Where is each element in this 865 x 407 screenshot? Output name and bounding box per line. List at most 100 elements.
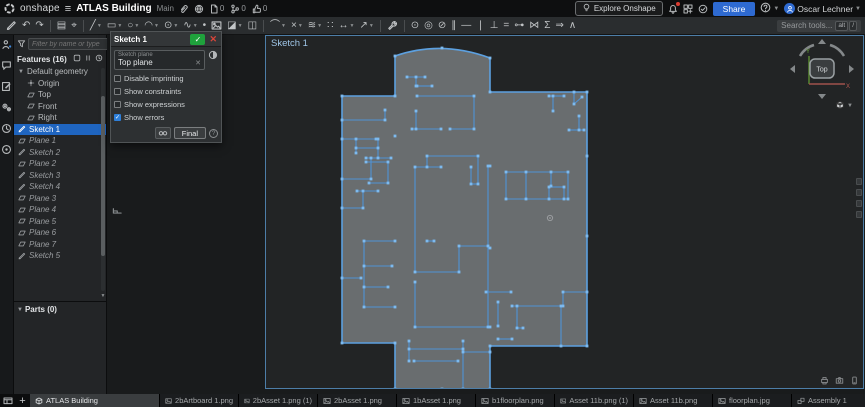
pierce-tool[interactable]: ⇒	[553, 19, 565, 33]
rollback-bar-icon[interactable]	[84, 54, 92, 64]
versions-page-counter[interactable]: 0	[209, 4, 224, 14]
confirm-check-button[interactable]: ✓	[190, 33, 206, 45]
tab-1basset-1-png[interactable]: 1bAsset 1.png	[397, 394, 476, 407]
tree-item-plane-6[interactable]: Plane 6	[14, 227, 106, 239]
chevron-down-icon[interactable]: ▼	[18, 69, 24, 75]
checkbox-disable-imprinting[interactable]: Disable imprinting	[114, 74, 218, 83]
help-menu[interactable]: ▼	[760, 2, 779, 15]
tab-asset-11b-png[interactable]: Asset 11b.png	[634, 394, 713, 407]
tree-item-plane-7[interactable]: Plane 7	[14, 239, 106, 251]
graphics-area[interactable]: Sketch 1 Y X Top ▼ Sketch 1 ✓ ✕ Sketch p…	[107, 31, 865, 394]
checkbox-show-expressions[interactable]: Show expressions	[114, 100, 218, 109]
sketch-viewport[interactable]: Sketch 1 Y X Top ▼	[265, 35, 864, 389]
normal-tool[interactable]: ∧	[567, 19, 578, 33]
view-mode-menu[interactable]: ▼	[835, 100, 853, 112]
tree-item-sketch-1[interactable]: Sketch 1	[14, 123, 106, 135]
sketch-plane-field[interactable]: Sketch plane Top plane ✕	[114, 50, 205, 70]
view-cube[interactable]: Y X Top	[787, 38, 857, 100]
measure-tool[interactable]	[385, 19, 400, 32]
thumbs-up-counter[interactable]: 0	[252, 4, 267, 14]
fillet-tool[interactable]: ⌒ ▼	[268, 19, 288, 33]
history-icon[interactable]	[95, 54, 103, 64]
tree-item-origin[interactable]: Origin	[14, 78, 106, 90]
fix-tool[interactable]: Σ	[542, 19, 552, 33]
tree-item-plane-3[interactable]: Plane 3	[14, 193, 106, 205]
panel-handle[interactable]	[856, 200, 862, 207]
coincident-tool[interactable]: ⊙	[409, 19, 421, 33]
construction-tool[interactable]: ⌖	[69, 19, 79, 33]
checkbox-show-constraints[interactable]: Show constraints	[114, 87, 218, 96]
print-icon[interactable]	[820, 376, 829, 387]
public-globe-icon[interactable]	[194, 4, 204, 14]
redo-tool[interactable]: ↷	[33, 19, 45, 33]
search-tools-box[interactable]: Search tools... alt /	[777, 19, 861, 32]
tree-item-front[interactable]: Front	[14, 101, 106, 113]
tree-item-top[interactable]: Top	[14, 89, 106, 101]
floorplan-sketch[interactable]	[266, 36, 863, 388]
menu-hamburger-icon[interactable]: ≡	[65, 3, 71, 15]
region-fill-tool[interactable]: ◪ ▼	[225, 19, 244, 33]
tree-item-plane-1[interactable]: Plane 1	[14, 135, 106, 147]
final-button[interactable]: Final	[173, 127, 206, 139]
filter-state-icon[interactable]	[73, 54, 81, 64]
user-menu[interactable]: Oscar Lechner ▼	[784, 3, 861, 14]
checkbox-box[interactable]	[114, 88, 121, 95]
dimension-tool[interactable]: ↔ ▼	[336, 19, 356, 33]
cancel-x-button[interactable]: ✕	[208, 34, 218, 45]
tree-item-sketch-3[interactable]: Sketch 3	[14, 170, 106, 182]
tab-manager-icon[interactable]	[0, 394, 15, 407]
symmetric-tool[interactable]: ⋈	[527, 19, 541, 33]
record-icon[interactable]	[1, 144, 12, 157]
checkbox-box[interactable]	[114, 75, 121, 82]
notifications-bell-icon[interactable]	[668, 1, 680, 14]
follow-user-icon[interactable]	[1, 39, 12, 52]
filter-funnel-icon[interactable]	[17, 39, 26, 50]
offset-tool[interactable]: ≋ ▼	[306, 19, 324, 33]
comments-icon[interactable]	[1, 60, 12, 73]
clear-selection-icon[interactable]: ✕	[195, 59, 201, 67]
apps-grid-icon[interactable]	[683, 4, 693, 14]
perpendicular-tool[interactable]: ⊥	[488, 19, 501, 33]
branch-counter[interactable]: 0	[230, 4, 246, 14]
horizontal-tool[interactable]: —	[459, 19, 473, 33]
undo-tool[interactable]: ↶	[20, 19, 32, 33]
explore-onshape-button[interactable]: Explore Onshape	[574, 1, 663, 16]
dialog-help-icon[interactable]: ?	[209, 128, 218, 138]
transform-tool[interactable]: ↗ ▼	[357, 19, 375, 33]
tree-item-plane-5[interactable]: Plane 5	[14, 216, 106, 228]
history-clock-icon[interactable]	[1, 123, 12, 136]
document-title[interactable]: ATLAS Building	[76, 3, 151, 14]
sync-check-icon[interactable]	[698, 4, 708, 14]
sketch-plane-handle-icon[interactable]	[111, 203, 123, 217]
tab-floorplan-jpg[interactable]: floorplan.jpg	[713, 394, 792, 407]
checkbox-box[interactable]	[114, 101, 121, 108]
tab-2basset-1-png[interactable]: 2bAsset 1.png	[318, 394, 397, 407]
sketch-tool[interactable]	[4, 19, 19, 32]
mirror-tool[interactable]: ◫	[246, 19, 259, 33]
link-paperclip-icon[interactable]	[179, 4, 189, 14]
panel-handle[interactable]	[856, 178, 862, 185]
tree-item-default-geometry[interactable]: ▼ Default geometry	[14, 66, 106, 78]
camera-icon[interactable]	[835, 376, 844, 387]
checkbox-show-errors[interactable]: ✓ Show errors	[114, 113, 218, 122]
line-tool[interactable]: ╱ ▼	[88, 19, 104, 33]
mobile-icon[interactable]	[850, 376, 859, 387]
tab-atlas-building[interactable]: ATLAS Building	[30, 394, 160, 407]
workspace-name[interactable]: Main	[157, 4, 174, 13]
vertical-tool[interactable]: ❘	[474, 19, 486, 33]
tree-item-sketch-4[interactable]: Sketch 4	[14, 181, 106, 193]
preview-button[interactable]	[154, 127, 171, 139]
tree-item-sketch-5[interactable]: Sketch 5	[14, 250, 106, 262]
tab-2bartboard-1-png[interactable]: 2bArtboard 1.png	[160, 394, 239, 407]
checkbox-box[interactable]: ✓	[114, 114, 121, 121]
share-button[interactable]: Share	[712, 1, 756, 16]
concentric-tool[interactable]: ◎	[422, 19, 435, 33]
panel-handle[interactable]	[856, 189, 862, 196]
parallel-tool[interactable]: ∥	[449, 19, 458, 33]
equal-tool[interactable]: =	[501, 19, 511, 33]
copy-tool[interactable]: ▤	[55, 19, 68, 33]
tree-scrollbar-thumb[interactable]	[101, 96, 105, 256]
notes-icon[interactable]	[1, 81, 12, 94]
tab-assembly-1[interactable]: Assembly 1	[792, 394, 865, 407]
tree-item-right[interactable]: Right	[14, 112, 106, 124]
